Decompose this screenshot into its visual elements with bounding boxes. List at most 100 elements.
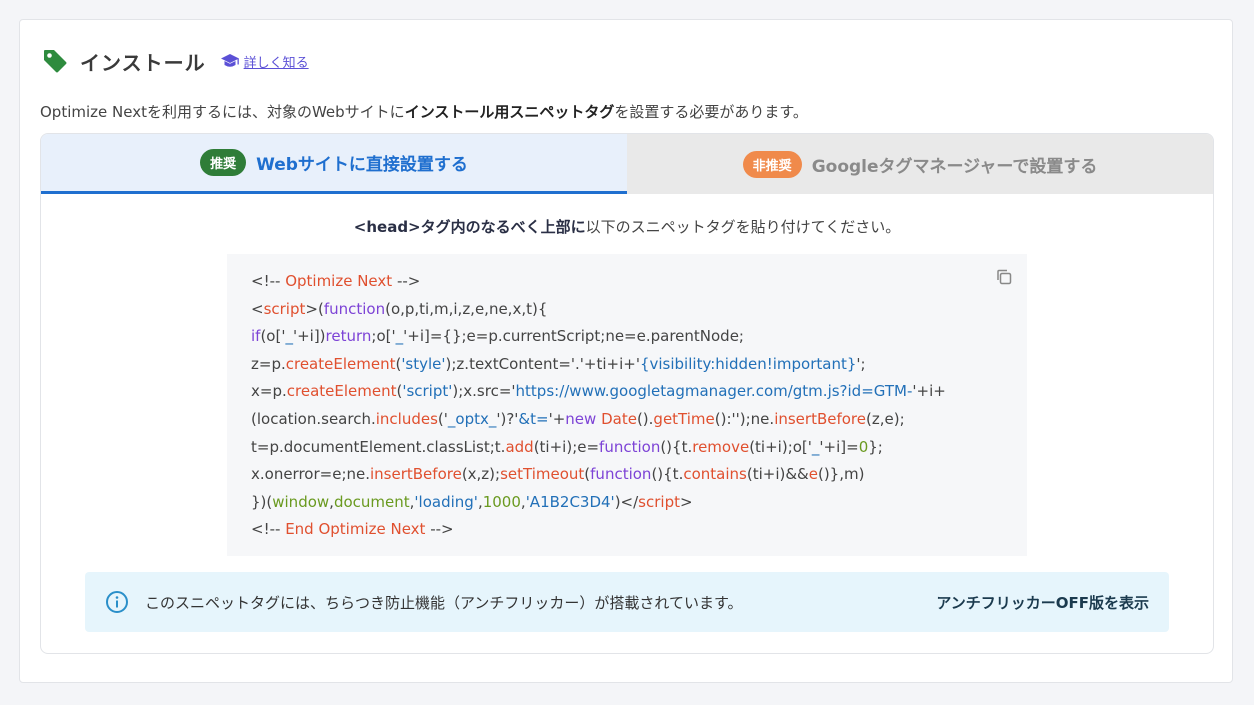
code-token: );z.textContent='.'+ti+i+' [445,354,640,373]
snippet-code-block[interactable]: <!-- Optimize Next --> <script>(function… [227,254,1027,556]
code-token: includes [375,409,438,428]
code-token: new [565,409,597,428]
code-token: _optx_ [447,409,497,428]
tag-icon [44,50,67,73]
code-token: Optimize Next [285,272,393,290]
learn-more-label: 詳しく知る [243,55,309,71]
copy-icon[interactable] [995,268,1013,286]
code-line: if(o['_'+i])return;o['_'+i]={};e=p.curre… [251,323,1003,351]
anti-flicker-off-link[interactable]: アンチフリッカーOFF版を表示 [936,592,1149,613]
code-token: &t= [518,409,549,428]
graduation-cap-icon [220,54,239,67]
code-token: (o,p,ti,m,i,z,e,ne,x,t){ [385,299,548,318]
code-token: e [808,465,818,484]
recommended-badge: 推奨 [200,149,247,176]
tab-gtm-install-label: Googleタグマネージャーで設置する [811,156,1098,177]
code-token: window [272,492,330,511]
code-line: z=p.createElement('style');z.textContent… [251,351,1003,379]
code-token: > [679,492,693,511]
code-line: <script>(function(o,p,ti,m,i,z,e,ne,x,t)… [251,296,1003,324]
code-token: );x.src=' [452,382,516,401]
code-token: insertBefore [774,409,866,428]
page-title: インストール [80,50,206,75]
not-recommended-badge: 非推奨 [742,150,802,178]
code-token: (ti+i);o[' [749,437,812,456]
code-line: t=p.documentElement.classList;t.add(ti+i… [251,434,1003,462]
code-token: 0 [858,437,869,456]
code-line: <!-- End Optimize Next --> [251,516,1003,544]
code-token: https://www.googletagmanager.com/gtm.js?… [515,382,913,401]
code-line: x.onerror=e;ne.insertBefore(x,z);setTime… [251,461,1003,489]
info-circle-icon [106,591,128,613]
section-header: インストール 詳しく知る [42,48,309,75]
code-token: '+i+ [912,382,946,401]
code-token: return [325,327,372,346]
code-token: '+i]) [292,327,326,346]
code-token: '+i]= [819,437,859,456]
code-token: (ti+i)&& [746,465,809,484]
code-token: remove [692,437,750,456]
code-token: }; [868,437,883,456]
code-token: End Optimize Next [285,520,426,539]
code-token: (){t. [651,465,684,484]
code-token: x.onerror=e;ne. [251,465,370,484]
description-prefix: Optimize Nextを利用するには、対象のWebサイトに [40,103,405,121]
code-token: function [599,437,661,456]
code-token: getTime [653,409,715,428]
code-token: contains [683,465,747,484]
install-method-tabs: 推奨 Webサイトに直接設置する 非推奨 Googleタグマネージャーで設置する [41,134,1213,194]
code-token: 'script' [402,382,453,401]
tab-direct-install[interactable]: 推奨 Webサイトに直接設置する [41,134,627,194]
code-token: ')?' [496,409,519,428]
code-token: --> [425,520,454,539]
description-bold: インストール用スニペットタグ [404,103,615,121]
install-card: インストール 詳しく知る Optimize Nextを利用するには、対象のWeb… [19,19,1233,683]
code-token: 'style' [401,354,446,373]
code-token: 'loading' [414,492,478,511]
code-token: >( [305,299,324,318]
code-token: x=p. [251,382,287,401]
code-token: _ [285,327,293,346]
code-line: (location.search.includes('_optx_')?'&t=… [251,406,1003,434]
code-token: script [638,492,680,511]
code-token: t=p.documentElement.classList;t. [251,437,506,456]
code-token: insertBefore [370,465,462,484]
code-token: '+ [548,409,566,428]
code-line: <!-- Optimize Next --> [251,268,1003,296]
code-token: )</ [614,492,639,511]
code-token: add [505,437,534,456]
code-token: createElement [286,382,397,401]
code-token: document [333,492,410,511]
tab-direct-install-label: Webサイトに直接設置する [256,155,468,175]
code-token: --> [392,272,421,290]
code-token: '+i]={};e=p.currentScript;ne=e.parentNod… [403,327,744,346]
code-token: (). [636,409,654,428]
code-token: function [323,299,386,318]
code-token: '; [856,354,866,373]
code-token: <!-- [251,272,286,290]
code-token: setTimeout [500,465,585,484]
anti-flicker-text: このスニペットタグには、ちらつき防止機能（アンチフリッカー）が搭載されています。 [145,593,743,612]
code-token: (z,e); [866,409,905,428]
install-panel: 推奨 Webサイトに直接設置する 非推奨 Googleタグマネージャーで設置する… [40,133,1214,654]
snippet-instruction: <head>タグ内のなるべく上部に以下のスニペットタグを貼り付けてください。 [41,216,1213,237]
code-token: z=p. [251,354,286,373]
learn-more-link[interactable]: 詳しく知る [220,52,309,71]
code-token: function [590,465,652,484]
code-line: x=p.createElement('script');x.src='https… [251,378,1003,406]
code-token: ():'');ne. [714,409,775,428]
code-token: Date [601,409,637,428]
code-token: })( [251,492,273,511]
code-token: ()},m) [817,465,865,484]
tab-gtm-install[interactable]: 非推奨 Googleタグマネージャーで設置する [627,134,1213,194]
code-token: (' [437,409,448,428]
code-token: < [251,299,264,318]
code-token: (location.search. [251,409,376,428]
code-line: })(window,document,'loading',1000,'A1B2C… [251,489,1003,517]
code-token: script [263,299,306,318]
code-token: (ti+i);e= [533,437,600,456]
code-token: 1000 [482,492,521,511]
code-token: (x,z); [461,465,501,484]
code-token: (o[' [260,327,286,346]
description-suffix: を設置する必要があります。 [614,103,808,121]
